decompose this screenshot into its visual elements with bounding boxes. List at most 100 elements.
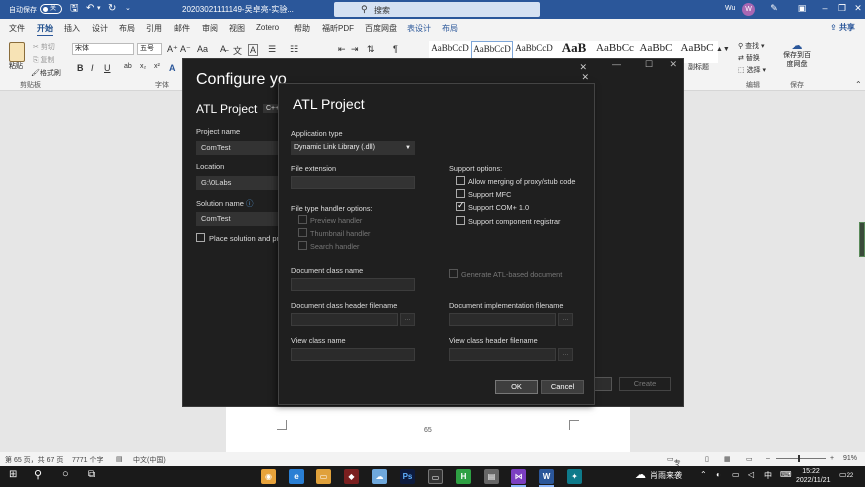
- preview-handler-checkbox[interactable]: [298, 215, 307, 224]
- visual-studio-icon[interactable]: ⋈: [511, 469, 526, 484]
- replace-button[interactable]: ⇄ 替换: [738, 53, 760, 63]
- clock[interactable]: 15:22 2022/11/21: [796, 467, 831, 485]
- cancel-button[interactable]: Cancel: [541, 380, 584, 394]
- numbering-icon[interactable]: ☷: [290, 44, 298, 55]
- change-case-icon[interactable]: Aa: [197, 44, 208, 54]
- generate-atl-doc-checkbox[interactable]: [449, 269, 458, 278]
- tab-insert[interactable]: 插入: [64, 23, 80, 34]
- view-header-browse-button[interactable]: ...: [558, 348, 573, 361]
- italic-button[interactable]: I: [91, 63, 94, 73]
- shrink-font-icon[interactable]: A⁻: [180, 44, 191, 55]
- print-layout-icon[interactable]: ▦: [724, 455, 731, 463]
- read-mode-icon[interactable]: ▯: [705, 455, 709, 463]
- collapse-ribbon-icon[interactable]: ⌃: [855, 80, 862, 89]
- decrease-indent-icon[interactable]: ⇤: [338, 44, 346, 55]
- chrome-icon[interactable]: ◉: [261, 469, 276, 484]
- doc-header-browse-button[interactable]: ...: [400, 313, 415, 326]
- status-page[interactable]: 第 65 页，共 67 页: [5, 455, 63, 465]
- tab-view[interactable]: 视图: [229, 23, 245, 34]
- volume-icon[interactable]: ◁: [748, 470, 754, 479]
- ribbon-display-icon[interactable]: ▣: [795, 3, 809, 14]
- save-icon[interactable]: 🖫: [70, 3, 79, 15]
- notifications-icon[interactable]: ▭22: [839, 470, 853, 479]
- undo-dropdown-icon[interactable]: ▾: [97, 3, 101, 15]
- support-mfc-checkbox[interactable]: [456, 189, 465, 198]
- weather-icon[interactable]: ☁: [635, 468, 646, 481]
- tab-table-design[interactable]: 表设计: [407, 23, 431, 34]
- ok-button[interactable]: OK: [495, 380, 538, 394]
- app-icon-teal[interactable]: ✦: [567, 469, 582, 484]
- word-search-box[interactable]: ⚲ 搜索: [334, 2, 540, 17]
- document-class-input[interactable]: [291, 278, 415, 291]
- avatar[interactable]: W: [742, 3, 755, 16]
- side-accent-tab[interactable]: [859, 222, 865, 257]
- tab-baidu-netdisk[interactable]: 百度网盘: [365, 23, 397, 34]
- create-button[interactable]: Create: [619, 377, 671, 391]
- customize-qat-icon[interactable]: ⌄: [125, 3, 131, 15]
- task-view-icon[interactable]: ⧉: [88, 469, 95, 480]
- network-icon[interactable]: ▭: [732, 470, 740, 479]
- edge-icon[interactable]: e: [289, 469, 304, 484]
- show-marks-icon[interactable]: ¶: [393, 44, 398, 54]
- cortana-icon[interactable]: ○: [62, 468, 69, 480]
- place-solution-checkbox[interactable]: [196, 233, 205, 242]
- doc-impl-browse-button[interactable]: ...: [558, 313, 573, 326]
- char-border-icon[interactable]: A: [248, 44, 259, 56]
- tab-zotero[interactable]: Zotero: [256, 23, 279, 32]
- proofing-icon[interactable]: ▤: [116, 455, 123, 463]
- outer-minimize-icon[interactable]: —: [612, 59, 621, 69]
- autosave-toggle[interactable]: 关: [40, 4, 62, 14]
- copy-button[interactable]: ⎘ 复制: [33, 55, 55, 65]
- search-icon[interactable]: ⚲: [34, 468, 42, 481]
- ime-indicator[interactable]: 中: [764, 470, 772, 481]
- project-name-input[interactable]: ComTest: [196, 141, 278, 155]
- allow-merging-checkbox[interactable]: [456, 176, 465, 185]
- save-to-baidu-button[interactable]: ☁ 保存到百度网盘: [783, 41, 811, 69]
- text-effects-icon[interactable]: A: [169, 63, 176, 73]
- strikethrough-icon[interactable]: ab: [124, 63, 132, 70]
- file-extension-input[interactable]: [291, 176, 415, 189]
- photoshop-icon[interactable]: Ps: [400, 469, 415, 484]
- zoom-slider[interactable]: [776, 455, 826, 462]
- outer-maximize-icon[interactable]: ☐: [645, 59, 653, 70]
- superscript-icon[interactable]: x²: [154, 63, 160, 70]
- atl-close-icon[interactable]: ✕: [581, 72, 589, 83]
- tab-foxit-pdf[interactable]: 福昕PDF: [322, 23, 354, 34]
- view-header-input[interactable]: [449, 348, 556, 361]
- grow-font-icon[interactable]: A⁺: [167, 44, 178, 55]
- tab-design[interactable]: 设计: [92, 23, 108, 34]
- file-explorer-icon[interactable]: ▭: [316, 469, 331, 484]
- find-button[interactable]: ⚲ 查找 ▾: [738, 41, 765, 51]
- zoom-level[interactable]: 91%: [843, 455, 857, 462]
- tab-help[interactable]: 帮助: [294, 23, 310, 34]
- application-type-select[interactable]: Dynamic Link Library (.dll) ▼: [291, 141, 415, 155]
- underline-button[interactable]: U: [104, 63, 111, 73]
- app-icon-red[interactable]: ◆: [344, 469, 359, 484]
- weather-text[interactable]: 肖雨来袭: [650, 470, 682, 481]
- tab-home[interactable]: 开始: [37, 23, 53, 37]
- tray-overflow-icon[interactable]: ⌃: [700, 470, 707, 479]
- view-class-input[interactable]: [291, 348, 415, 361]
- font-size-box[interactable]: 五号: [137, 43, 162, 55]
- restore-icon[interactable]: ❐: [835, 3, 849, 14]
- keyboard-icon[interactable]: ⌨: [780, 470, 792, 479]
- windows-start-icon[interactable]: ⊞: [9, 469, 17, 480]
- font-name-box[interactable]: 宋体: [72, 43, 134, 55]
- phonetic-icon[interactable]: 文: [233, 44, 242, 57]
- onedrive-icon[interactable]: ☁: [372, 469, 387, 484]
- select-button[interactable]: ⬚ 选择 ▾: [738, 65, 766, 75]
- terminal-icon[interactable]: ▭: [428, 469, 443, 484]
- tab-review[interactable]: 审阅: [202, 23, 218, 34]
- status-words[interactable]: 7771 个字: [72, 455, 104, 465]
- increase-indent-icon[interactable]: ⇥: [351, 44, 359, 55]
- title-dropdown-icon[interactable]: ⌄: [283, 3, 289, 15]
- tray-app-icon[interactable]: ◐: [716, 470, 721, 479]
- tab-references[interactable]: 引用: [146, 23, 162, 34]
- support-registrar-checkbox[interactable]: [456, 216, 465, 225]
- share-button[interactable]: ⇪ 共享: [830, 22, 855, 33]
- outer-window-close-icon[interactable]: ✕: [669, 59, 677, 70]
- info-icon[interactable]: ⓘ: [246, 199, 254, 208]
- undo-icon[interactable]: ↶: [86, 3, 94, 15]
- paste-icon[interactable]: [9, 42, 25, 62]
- cut-button[interactable]: ✂ 剪切: [33, 42, 55, 52]
